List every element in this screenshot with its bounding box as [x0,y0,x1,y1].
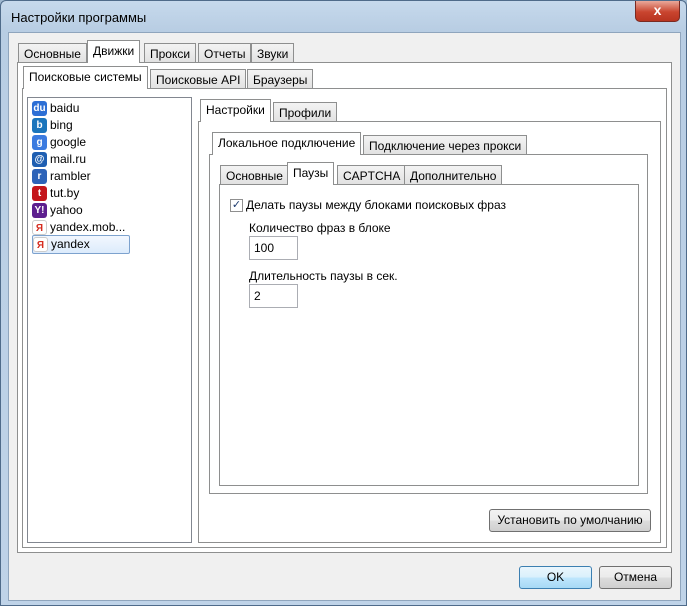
tab-search-api[interactable]: Поисковые API [150,69,247,89]
cancel-button[interactable]: Отмена [599,566,672,589]
list-item[interactable]: Y! yahoo [32,202,89,219]
reset-defaults-button[interactable]: Установить по умолчанию [489,509,651,532]
tab-main-general[interactable]: Основные [18,43,87,63]
list-item[interactable]: b bing [32,117,79,134]
baidu-icon: du [32,101,47,116]
tutby-icon: t [32,186,47,201]
list-item[interactable]: g google [32,134,92,151]
engine-label: yahoo [50,203,83,217]
tab-detail-general[interactable]: Основные [220,165,289,185]
tab-main-proxy[interactable]: Прокси [144,43,197,63]
list-item[interactable]: t tut.by [32,185,85,202]
list-item[interactable]: Яyandex.mob... [32,219,131,236]
yandex-mobile-icon: Я [32,220,47,235]
tab-local-connection[interactable]: Локальное подключение [212,132,362,155]
tab-browsers[interactable]: Браузеры [247,69,314,89]
engine-label: yandex [51,237,90,251]
close-icon[interactable]: x [635,1,680,22]
engine-label: yandex.mob... [50,220,126,234]
tab-search-engines[interactable]: Поисковые системы [23,66,148,89]
tab-main-sounds[interactable]: Звуки [251,43,295,63]
yahoo-icon: Y! [32,203,47,218]
pause-duration-field[interactable]: 2 [249,284,298,308]
tab-detail-advanced[interactable]: Дополнительно [404,165,503,185]
engine-label: mail.ru [50,152,87,166]
list-item[interactable]: r rambler [32,168,97,185]
yandex-icon: Я [33,237,48,252]
tab-profiles[interactable]: Профили [273,102,338,122]
list-item[interactable]: @ mail.ru [32,151,92,168]
engine-label: bing [50,118,73,132]
window-title: Настройки программы [11,10,147,25]
tab-main-reports[interactable]: Отчеты [198,43,252,63]
ok-button[interactable]: OK [519,566,592,589]
engine-label: rambler [50,169,91,183]
list-item-selected[interactable]: Яyandex [32,235,130,254]
google-icon: g [32,135,47,150]
pause-duration-label: Длительность паузы в сек. [249,269,398,283]
tab-detail-pauses[interactable]: Паузы [287,162,335,185]
tab-detail-captcha[interactable]: CAPTCHA [337,165,407,185]
engine-label: google [50,135,87,149]
phrases-count-field[interactable]: 100 [249,236,298,260]
engine-label: baidu [50,101,80,115]
tab-proxy-connection[interactable]: Подключение через прокси [363,135,528,155]
phrases-count-label: Количество фраз в блоке [249,221,391,235]
mailru-icon: @ [32,152,47,167]
pause-enable-label: Делать паузы между блоками поисковых фра… [246,198,507,212]
tab-main-engines[interactable]: Движки [87,40,141,63]
engine-label: tut.by [50,186,80,200]
tab-settings[interactable]: Настройки [200,99,271,122]
rambler-icon: r [32,169,47,184]
list-item[interactable]: du baidu [32,100,85,117]
settings-window: Настройки программы x Основные Движки Пр… [0,0,687,606]
pause-enable-checkbox[interactable]: ✓ [230,199,243,212]
bing-icon: b [32,118,47,133]
